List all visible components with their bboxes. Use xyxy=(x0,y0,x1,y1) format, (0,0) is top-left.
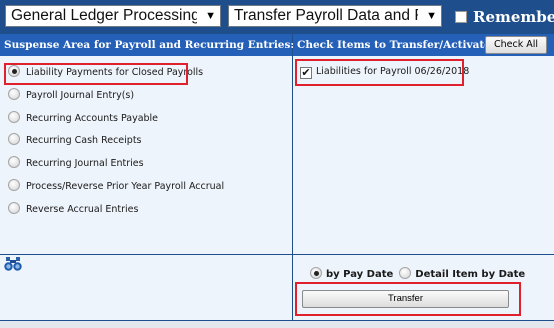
action-select[interactable]: Transfer Payroll Data and Recurring ▼ xyxy=(228,5,442,27)
option-label: Process/Reverse Prior Year Payroll Accru… xyxy=(26,181,225,192)
radio-icon[interactable] xyxy=(8,202,20,214)
option-label: Reverse Accrual Entries xyxy=(26,204,139,215)
option-label: Recurring Cash Receipts xyxy=(26,135,142,146)
process-select[interactable]: General Ledger Processing and ▼ xyxy=(5,5,221,27)
by-pay-date-radio[interactable] xyxy=(310,267,322,279)
binoculars-icon[interactable] xyxy=(4,257,22,271)
top-toolbar: General Ledger Processing and ▼ Transfer… xyxy=(0,0,554,34)
suspense-option-recurring-ap[interactable]: Recurring Accounts Payable xyxy=(8,110,158,128)
radio-icon[interactable] xyxy=(8,88,20,100)
suspense-option-recurring-cash[interactable]: Recurring Cash Receipts xyxy=(8,132,142,150)
highlight-box xyxy=(295,59,464,86)
caret-down-icon: ▼ xyxy=(205,10,216,22)
radio-icon[interactable] xyxy=(8,111,20,123)
option-label: Recurring Accounts Payable xyxy=(26,113,159,124)
search-area xyxy=(0,255,292,320)
caret-down-icon: ▼ xyxy=(426,10,437,22)
highlight-box xyxy=(4,63,188,85)
process-select-value: General Ledger Processing and xyxy=(11,7,197,24)
transfer-panel-header: Check Items to Transfer/Activate: Check … xyxy=(293,34,554,56)
suspense-panel: Suspense Area for Payroll and Recurring … xyxy=(0,34,294,254)
suspense-option-prior-year-accrual[interactable]: Process/Reverse Prior Year Payroll Accru… xyxy=(8,178,224,196)
action-select-value: Transfer Payroll Data and Recurring xyxy=(234,7,418,24)
remember-checkbox[interactable] xyxy=(455,11,467,23)
detail-by-date-label: Detail Item by Date xyxy=(415,269,526,280)
option-label: Payroll Journal Entry(s) xyxy=(26,90,135,101)
option-label: Recurring Journal Entries xyxy=(26,158,144,169)
remember-label: Remember I xyxy=(473,8,554,26)
detail-by-date-radio[interactable] xyxy=(399,267,412,279)
remember-option[interactable]: Remember I xyxy=(455,7,554,26)
transfer-options-area: by Pay Date Detail Item by Date Transfer xyxy=(293,255,554,320)
check-all-button[interactable]: Check All xyxy=(484,36,547,54)
transfer-panel-title: Check Items to Transfer/Activate: xyxy=(297,39,495,51)
highlight-box xyxy=(295,282,521,316)
footer-strip xyxy=(0,321,554,328)
radio-icon[interactable] xyxy=(8,133,20,145)
radio-icon[interactable] xyxy=(8,179,20,191)
suspense-option-payroll-journal[interactable]: Payroll Journal Entry(s) xyxy=(8,87,134,105)
suspense-panel-header: Suspense Area for Payroll and Recurring … xyxy=(0,34,294,56)
by-pay-date-label: by Pay Date xyxy=(326,269,394,280)
date-option-group: by Pay Date Detail Item by Date xyxy=(310,267,525,283)
suspense-option-recurring-je[interactable]: Recurring Journal Entries xyxy=(8,155,144,173)
radio-icon[interactable] xyxy=(8,156,20,168)
suspense-option-reverse-accrual[interactable]: Reverse Accrual Entries xyxy=(8,201,138,219)
transfer-items-panel: Check Items to Transfer/Activate: Check … xyxy=(293,34,554,254)
